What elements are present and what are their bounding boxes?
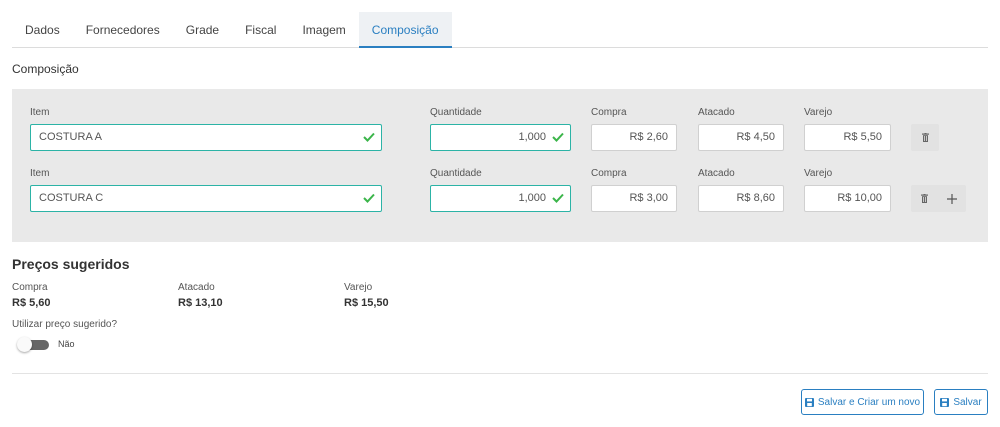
quantity-value: 1,000 [518, 192, 546, 204]
tab-dados[interactable]: Dados [12, 12, 73, 48]
item-value: COSTURA A [39, 131, 102, 143]
purchase-price-input[interactable]: R$ 2,60 [591, 124, 677, 151]
suggested-retail-label: Varejo [344, 282, 373, 293]
tab-imagem[interactable]: Imagem [289, 12, 358, 48]
check-icon [363, 132, 375, 142]
quantity-input[interactable]: 1,000 [430, 124, 571, 151]
tab-composicao[interactable]: Composição [358, 12, 452, 48]
check-icon [552, 193, 564, 203]
item-input[interactable]: COSTURA A [30, 124, 382, 151]
save-label: Salvar [953, 396, 982, 408]
save-and-new-button[interactable]: Salvar e Criar um novo [801, 389, 924, 415]
check-icon [552, 132, 564, 142]
section-title: Composição [12, 62, 79, 76]
suggested-retail-value: R$ 15,50 [344, 297, 389, 309]
composition-panel: Item Quantidade Compra Atacado Varejo CO… [12, 89, 988, 242]
check-icon [363, 193, 375, 203]
add-row-button[interactable] [938, 185, 965, 212]
wholesale-price-value: R$ 4,50 [736, 131, 775, 143]
floppy-disk-icon [940, 397, 950, 407]
wholesale-price-label: Atacado [698, 168, 735, 179]
divider [12, 373, 988, 374]
purchase-price-label: Compra [591, 107, 627, 118]
use-suggested-price-label: Utilizar preço sugerido? [12, 319, 118, 330]
save-button[interactable]: Salvar [934, 389, 988, 415]
tab-grade[interactable]: Grade [173, 12, 232, 48]
purchase-price-value: R$ 2,60 [629, 131, 668, 143]
item-label: Item [30, 168, 50, 179]
row-actions [911, 185, 966, 212]
quantity-value: 1,000 [518, 131, 546, 143]
delete-row-button[interactable] [911, 185, 938, 212]
floppy-disk-icon [804, 397, 814, 407]
quantity-label: Quantidade [430, 168, 482, 179]
tab-fiscal[interactable]: Fiscal [232, 12, 289, 48]
wholesale-price-label: Atacado [698, 107, 735, 118]
purchase-price-label: Compra [591, 168, 627, 179]
item-label: Item [30, 107, 50, 118]
retail-price-value: R$ 10,00 [837, 192, 882, 204]
delete-row-button[interactable] [911, 124, 939, 151]
item-input[interactable]: COSTURA C [30, 185, 382, 212]
item-value: COSTURA C [39, 192, 104, 204]
use-suggested-price-toggle[interactable] [17, 337, 49, 352]
retail-price-value: R$ 5,50 [843, 131, 882, 143]
quantity-label: Quantidade [430, 107, 482, 118]
purchase-price-value: R$ 3,00 [629, 192, 668, 204]
quantity-input[interactable]: 1,000 [430, 185, 571, 212]
tab-bar: Dados Fornecedores Grade Fiscal Imagem C… [12, 12, 988, 48]
retail-price-label: Varejo [804, 107, 833, 118]
suggested-prices-heading: Preços sugeridos [12, 256, 130, 272]
save-and-new-label: Salvar e Criar um novo [817, 396, 921, 408]
toggle-state-label: Não [58, 339, 75, 349]
suggested-wholesale-label: Atacado [178, 282, 215, 293]
retail-price-input[interactable]: R$ 10,00 [804, 185, 891, 212]
toggle-knob [17, 337, 32, 352]
suggested-purchase-value: R$ 5,60 [12, 297, 51, 309]
plus-icon [946, 193, 957, 204]
retail-price-label: Varejo [804, 168, 833, 179]
trash-icon [921, 133, 929, 142]
wholesale-price-value: R$ 8,60 [736, 192, 775, 204]
wholesale-price-input[interactable]: R$ 8,60 [698, 185, 784, 212]
wholesale-price-input[interactable]: R$ 4,50 [698, 124, 784, 151]
suggested-wholesale-value: R$ 13,10 [178, 297, 223, 309]
trash-icon [921, 194, 928, 203]
tab-fornecedores[interactable]: Fornecedores [73, 12, 173, 48]
purchase-price-input[interactable]: R$ 3,00 [591, 185, 677, 212]
suggested-purchase-label: Compra [12, 282, 48, 293]
retail-price-input[interactable]: R$ 5,50 [804, 124, 891, 151]
